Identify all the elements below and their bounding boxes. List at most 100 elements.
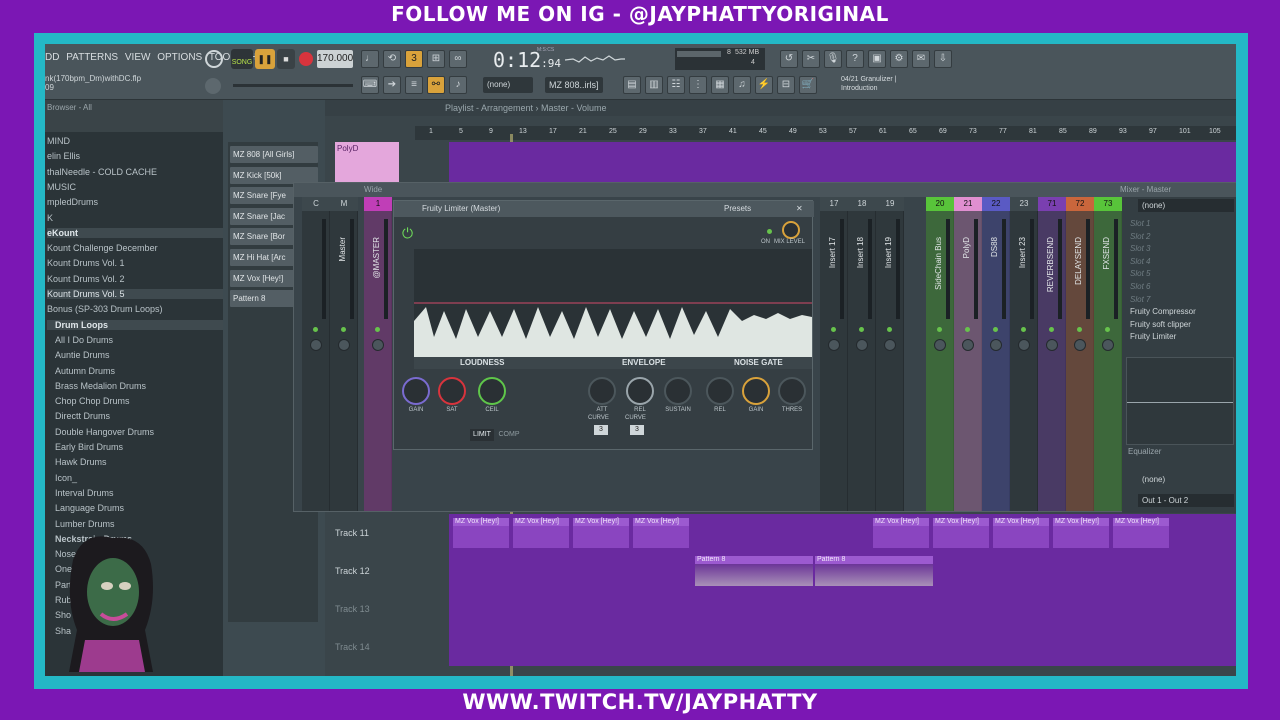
rel-curve-value[interactable]: 3 <box>630 425 644 435</box>
plug-power-icon[interactable]: ⏻ <box>402 225 413 242</box>
effect-slot[interactable]: Slot 7 <box>1130 295 1150 304</box>
current-pattern[interactable]: MZ 808..irls] <box>545 77 603 93</box>
mixer-strip[interactable]: 71 REVERBSEND <box>1038 197 1066 511</box>
noise-gate-tab[interactable]: NOISE GATE <box>734 358 783 367</box>
vox-clip[interactable]: MZ Vox [Hey!] <box>633 518 689 548</box>
strip-mute-led[interactable] <box>1077 327 1082 332</box>
song-mode-toggle[interactable]: SONG <box>231 49 253 69</box>
link-icon[interactable]: ⚯ <box>427 76 445 94</box>
browser-item[interactable]: Kount Drums Vol. 2 <box>47 274 125 284</box>
strip-pan-knob[interactable] <box>884 339 896 351</box>
strip-pan-knob[interactable] <box>1018 339 1030 351</box>
polyd-clip[interactable]: PolyD <box>335 142 399 182</box>
strip-mute-led[interactable] <box>375 327 380 332</box>
track-lane[interactable] <box>449 628 1236 666</box>
att-curve-value[interactable]: 3 <box>594 425 608 435</box>
strip-mute-led[interactable] <box>313 327 318 332</box>
playlist-icon[interactable]: ▤ <box>623 76 641 94</box>
mix-level-knob[interactable] <box>782 221 800 239</box>
vox-clip[interactable]: MZ Vox [Hey!] <box>933 518 989 548</box>
master-volume-slider[interactable] <box>233 84 353 87</box>
pattern-clip[interactable]: Pattern 8 <box>695 556 813 586</box>
mixer-strip[interactable]: M Master <box>330 197 358 511</box>
help-icon[interactable]: ? <box>846 50 864 68</box>
step-edit-icon[interactable]: ⊞ <box>427 50 445 68</box>
plugin-icon[interactable]: ⚙ <box>890 50 908 68</box>
mixer-strip[interactable]: 18 Insert 18 <box>848 197 876 511</box>
on-led[interactable] <box>767 229 772 234</box>
browser-item[interactable]: Icon_ <box>47 473 77 483</box>
browser-item[interactable]: Hawk Drums <box>47 457 107 467</box>
save-icon[interactable]: ▣ <box>868 50 886 68</box>
strip-pan-knob[interactable] <box>372 339 384 351</box>
strip-mute-led[interactable] <box>887 327 892 332</box>
effect-slot[interactable]: Slot 1 <box>1130 219 1150 228</box>
strip-mute-led[interactable] <box>831 327 836 332</box>
undo-icon[interactable]: ↺ <box>780 50 798 68</box>
record-button[interactable] <box>299 52 313 66</box>
browser-item[interactable]: Language Drums <box>47 503 124 513</box>
mic-icon[interactable]: 🎙 <box>824 50 842 68</box>
strip-mute-led[interactable] <box>993 327 998 332</box>
browser-item[interactable]: Chop Chop Drums <box>47 396 130 406</box>
strip-mute-led[interactable] <box>937 327 942 332</box>
effect-slot[interactable]: Slot 2 <box>1130 232 1150 241</box>
limiter-knob-sat[interactable] <box>438 377 466 405</box>
browser-item[interactable]: eKount <box>47 227 223 238</box>
limit-mode-button[interactable]: LIMIT <box>470 429 494 441</box>
browser-item[interactable]: All I Do Drums <box>47 335 113 345</box>
menu-item-patterns[interactable]: PATTERNS <box>66 52 118 63</box>
strip-pan-knob[interactable] <box>828 339 840 351</box>
mixer-strip[interactable]: 22 DS88 <box>982 197 1010 511</box>
mixer-strip[interactable]: 17 Insert 17 <box>820 197 848 511</box>
browser-item[interactable]: MIND <box>47 136 70 146</box>
menu-item-file[interactable]: DD <box>45 52 59 63</box>
track-lane[interactable] <box>449 590 1236 628</box>
strip-pan-knob[interactable] <box>934 339 946 351</box>
presets-button[interactable]: Presets <box>724 201 751 217</box>
limiter-knob-thres[interactable] <box>778 377 806 405</box>
strip-pan-knob[interactable] <box>310 339 322 351</box>
effect-slot-loaded[interactable]: Fruity soft clipper <box>1130 320 1191 329</box>
strip-pan-knob[interactable] <box>338 339 350 351</box>
chat-icon[interactable]: ✉ <box>912 50 930 68</box>
metronome-alt-icon[interactable]: ♪ <box>449 76 467 94</box>
limiter-knob-rel[interactable] <box>626 377 654 405</box>
vox-clip[interactable]: MZ Vox [Hey!] <box>513 518 569 548</box>
strip-pan-knob[interactable] <box>856 339 868 351</box>
tempo-display[interactable]: 170.000 <box>317 50 353 68</box>
polyd-track-area[interactable] <box>449 142 1236 182</box>
eq-graph[interactable] <box>1126 357 1234 445</box>
mixer-strip[interactable]: 72 DELAYSEND <box>1066 197 1094 511</box>
comp-mode-button[interactable]: COMP <box>496 429 522 441</box>
play-button[interactable]: ❚❚ <box>255 49 275 69</box>
loudness-tab[interactable]: LOUDNESS <box>460 358 504 367</box>
mixer-icon[interactable]: ☷ <box>667 76 685 94</box>
mixer-strip[interactable]: 21 PolyD <box>954 197 982 511</box>
mixer-strip[interactable]: 20 SideChain Bus <box>926 197 954 511</box>
countdown-icon[interactable]: 3 <box>405 50 423 68</box>
vox-clip[interactable]: MZ Vox [Hey!] <box>453 518 509 548</box>
effect-slot[interactable]: Slot 3 <box>1130 244 1150 253</box>
browser-item[interactable]: Directt Drums <box>47 411 110 421</box>
arrow-icon[interactable]: ➔ <box>383 76 401 94</box>
close-icon[interactable]: ✕ <box>796 201 803 217</box>
mixer-strip[interactable]: C <box>302 197 330 511</box>
track-label[interactable]: Track 13 <box>335 604 370 614</box>
vox-clip[interactable]: MZ Vox [Hey!] <box>993 518 1049 548</box>
browser-item[interactable]: Kount Drums Vol. 5 <box>47 289 223 299</box>
browser-item[interactable]: Drum Loops <box>47 319 223 330</box>
effect-slot[interactable]: Slot 5 <box>1130 269 1150 278</box>
browser-item[interactable]: MUSIC <box>47 182 76 192</box>
pattern-selector[interactable]: (none) <box>483 77 533 93</box>
effect-slot[interactable]: Slot 4 <box>1130 257 1150 266</box>
limiter-knob-gain[interactable] <box>742 377 770 405</box>
browser-item[interactable]: Interval Drums <box>47 488 114 498</box>
keyboard-icon[interactable]: ⌨ <box>361 76 379 94</box>
mixer-strip[interactable]: 23 Insert 23 <box>1010 197 1038 511</box>
browser-item[interactable]: Double Hangover Drums <box>47 427 154 437</box>
strip-pan-knob[interactable] <box>1074 339 1086 351</box>
strip-pan-knob[interactable] <box>1102 339 1114 351</box>
mixer-strip[interactable]: 73 FXSEND <box>1094 197 1122 511</box>
limiter-knob-sustain[interactable] <box>664 377 692 405</box>
